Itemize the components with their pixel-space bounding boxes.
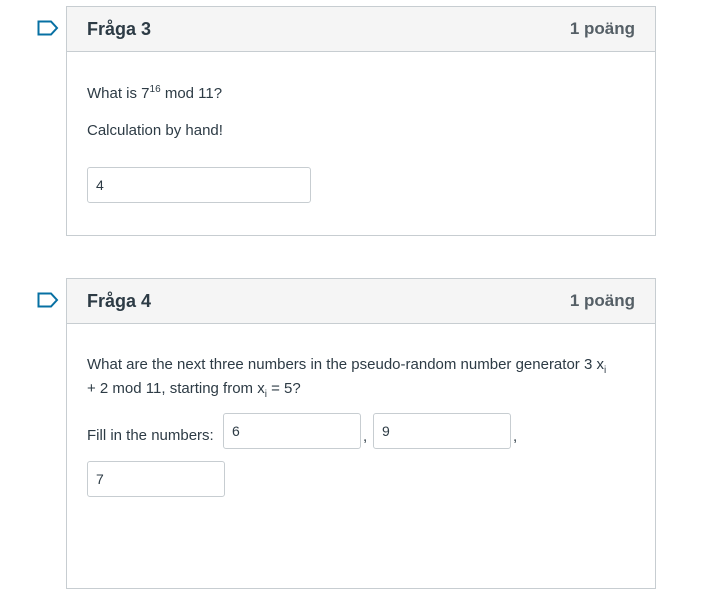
question-text: What are the next three numbers in the p… xyxy=(87,356,604,373)
question-header: Fråga 4 1 poäng xyxy=(67,279,655,324)
question-text-suffix: mod 11? xyxy=(160,85,223,102)
separator: , xyxy=(363,428,368,445)
question-text: + 2 mod 11, starting from x xyxy=(87,380,265,397)
answer-input-3[interactable] xyxy=(87,461,225,497)
question-3: Fråga 3 1 poäng What is 716 mod 11? Calc… xyxy=(66,6,656,236)
answer-input[interactable] xyxy=(87,167,311,203)
question-points: 1 poäng xyxy=(569,291,635,310)
fill-label: Fill in the numbers: xyxy=(87,427,214,444)
question-note: Calculation by hand! xyxy=(87,122,223,139)
question-4: Fråga 4 1 poäng What are the next three … xyxy=(66,278,656,589)
subscript: i xyxy=(603,365,607,376)
question-text: What is 716 mod 11? xyxy=(87,84,222,102)
question-text-line-1: What are the next three numbers in the p… xyxy=(87,356,606,376)
separator: , xyxy=(513,428,518,445)
question-text-line-2: + 2 mod 11, starting from xi = 5? xyxy=(87,380,301,400)
question-title: Fråga 4 xyxy=(87,290,152,311)
question-title: Fråga 3 xyxy=(87,18,152,39)
flag-question-icon[interactable] xyxy=(37,292,59,308)
answer-input-1[interactable] xyxy=(223,413,361,449)
question-points: 1 poäng xyxy=(569,19,635,38)
exponent: 16 xyxy=(149,84,161,95)
question-text: = 5? xyxy=(266,380,301,397)
answer-input-2[interactable] xyxy=(373,413,511,449)
question-text-prefix: What is 7 xyxy=(87,85,150,102)
flag-question-icon[interactable] xyxy=(37,20,59,36)
question-header: Fråga 3 1 poäng xyxy=(67,7,655,52)
